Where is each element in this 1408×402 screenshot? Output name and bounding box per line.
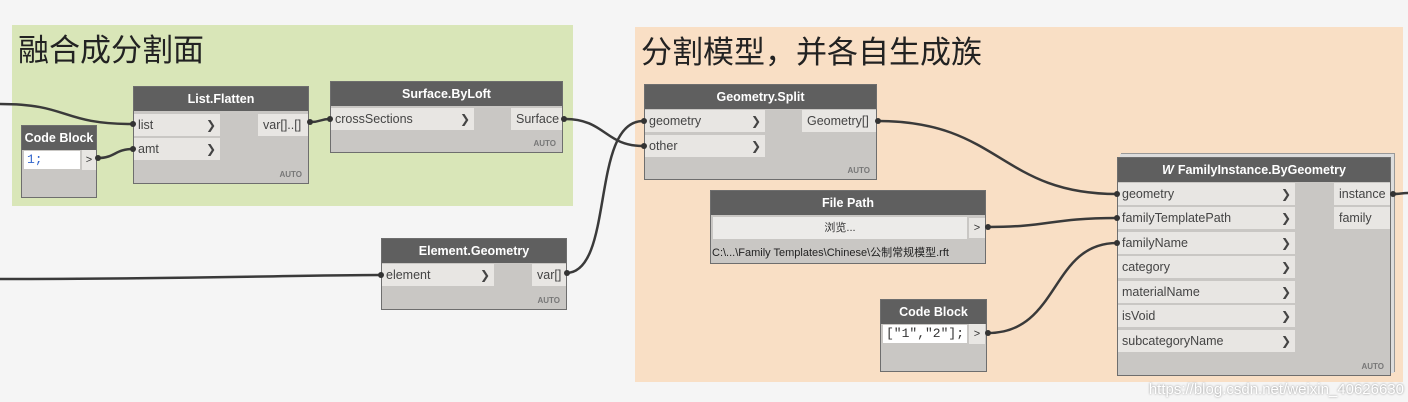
input-dot[interactable] — [130, 121, 136, 127]
output-port[interactable]: var[] — [532, 264, 566, 286]
input-dot[interactable] — [130, 146, 136, 152]
file-path-value: C:\...\Family Templates\Chinese\公制常规模型.r… — [712, 247, 949, 259]
chevron-right-icon: ❯ — [205, 118, 216, 132]
browse-button[interactable]: 浏览... — [713, 217, 967, 239]
input-dot[interactable] — [1114, 191, 1120, 197]
node-title: Code Block — [22, 126, 96, 150]
output-dot[interactable] — [307, 119, 313, 125]
family-instance-bygeometry-node[interactable]: W FamilyInstance.ByGeometry geometry ❯ fam… — [1117, 157, 1391, 376]
input-port-crosssections[interactable]: crossSections ❯ — [331, 108, 474, 130]
port-label: list — [138, 118, 154, 132]
output-dot[interactable] — [985, 330, 991, 336]
auto-label: AUTO — [537, 296, 560, 305]
input-port-familytemplatepath[interactable]: familyTemplatePath ❯ — [1118, 207, 1295, 229]
input-port-isvoid[interactable]: isVoid ❯ — [1118, 305, 1295, 327]
node-title: Surface.ByLoft — [331, 82, 562, 106]
chevron-right-icon: ❯ — [205, 142, 216, 156]
wire-split-to-family — [877, 119, 1118, 196]
output-port-instance[interactable]: instance — [1334, 183, 1390, 205]
chevron-right-icon: ❯ — [1280, 334, 1291, 348]
auto-label: AUTO — [533, 139, 556, 148]
port-label: amt — [138, 142, 159, 156]
node-title: Code Block — [881, 300, 986, 324]
port-label: geometry — [649, 114, 702, 128]
element-geometry-node[interactable]: Element.Geometry element ❯ var[] AUTO — [381, 238, 567, 310]
input-dot[interactable] — [327, 116, 333, 122]
auto-label: AUTO — [847, 166, 870, 175]
code-block-node[interactable]: Code Block ["1","2"]; > — [880, 299, 987, 372]
input-dot[interactable] — [1114, 240, 1120, 246]
auto-label: AUTO — [1361, 362, 1384, 371]
port-label: other — [649, 139, 678, 153]
surface-byloft-node[interactable]: Surface.ByLoft crossSections ❯ Surface AU… — [330, 81, 563, 153]
chevron-right-icon: ❯ — [1280, 236, 1291, 250]
output-dot[interactable] — [1390, 191, 1396, 197]
chevron-right-icon: ❯ — [1280, 211, 1291, 225]
output-port[interactable]: Geometry[] — [802, 110, 876, 132]
code-editor[interactable]: 1; — [24, 151, 80, 169]
input-port-subcategoryname[interactable]: subcategoryName ❯ — [1118, 330, 1295, 352]
wire-code-to-amt — [97, 147, 134, 160]
node-title: File Path — [711, 191, 985, 215]
revit-icon: W — [1162, 163, 1174, 177]
output-dot[interactable] — [561, 116, 567, 122]
list-flatten-node[interactable]: List.Flatten list ❯ amt ❯ var[]..[] AUTO — [133, 86, 309, 184]
input-port-materialname[interactable]: materialName ❯ — [1118, 281, 1295, 303]
input-port-element[interactable]: element ❯ — [382, 264, 494, 286]
output-dot[interactable] — [564, 270, 570, 276]
wire-path-to-family — [987, 216, 1118, 229]
node-title: Element.Geometry — [382, 239, 566, 263]
input-dot[interactable] — [641, 143, 647, 149]
chevron-right-icon: ❯ — [1280, 285, 1291, 299]
output-port[interactable]: Surface — [511, 108, 562, 130]
input-port-geometry[interactable]: geometry ❯ — [1118, 183, 1295, 205]
chevron-right-icon: ❯ — [1280, 187, 1291, 201]
wire-output-instance — [1393, 191, 1408, 196]
code-block-node[interactable]: Code Block 1; > — [21, 125, 97, 198]
input-port-amt[interactable]: amt ❯ — [134, 138, 220, 160]
output-port-family[interactable]: family — [1334, 207, 1390, 229]
input-dot[interactable] — [378, 272, 384, 278]
output-port[interactable]: var[]..[] — [258, 114, 308, 136]
node-title: List.Flatten — [134, 87, 308, 111]
input-dot[interactable] — [641, 118, 647, 124]
input-port-other[interactable]: other ❯ — [645, 135, 765, 157]
file-path-node[interactable]: File Path 浏览... > C:\...\Family Template… — [710, 190, 986, 264]
wire-input-list — [0, 102, 134, 126]
chevron-right-icon: ❯ — [750, 114, 761, 128]
code-editor[interactable]: ["1","2"]; — [883, 325, 967, 343]
output-dot[interactable] — [95, 155, 101, 161]
chevron-right-icon: ❯ — [479, 268, 490, 282]
wire-code2-to-family — [987, 241, 1118, 335]
chevron-right-icon: ❯ — [750, 139, 761, 153]
output-dot[interactable] — [875, 118, 881, 124]
watermark: https://blog.csdn.net/weixin_40626630 — [1148, 381, 1404, 398]
port-label: element — [386, 268, 431, 282]
wire-input-element — [0, 273, 382, 281]
chevron-right-icon: ❯ — [1280, 309, 1291, 323]
port-label: crossSections — [335, 112, 413, 126]
node-title: Geometry.Split — [645, 85, 876, 109]
chevron-right-icon: ❯ — [459, 112, 470, 126]
input-port-category[interactable]: category ❯ — [1118, 256, 1295, 278]
input-port-familyname[interactable]: familyName ❯ — [1118, 232, 1295, 254]
input-port-list[interactable]: list ❯ — [134, 114, 220, 136]
auto-label: AUTO — [279, 170, 302, 179]
geometry-split-node[interactable]: Geometry.Split geometry ❯ other ❯ Geometry… — [644, 84, 877, 180]
output-port[interactable]: > — [969, 218, 985, 238]
output-port[interactable]: > — [82, 150, 96, 170]
output-dot[interactable] — [985, 224, 991, 230]
output-port[interactable]: > — [969, 324, 985, 344]
input-dot[interactable] — [1114, 215, 1120, 221]
chevron-right-icon: ❯ — [1280, 260, 1291, 274]
input-port-geometry[interactable]: geometry ❯ — [645, 110, 765, 132]
node-title: W FamilyInstance.ByGeometry — [1118, 158, 1390, 182]
